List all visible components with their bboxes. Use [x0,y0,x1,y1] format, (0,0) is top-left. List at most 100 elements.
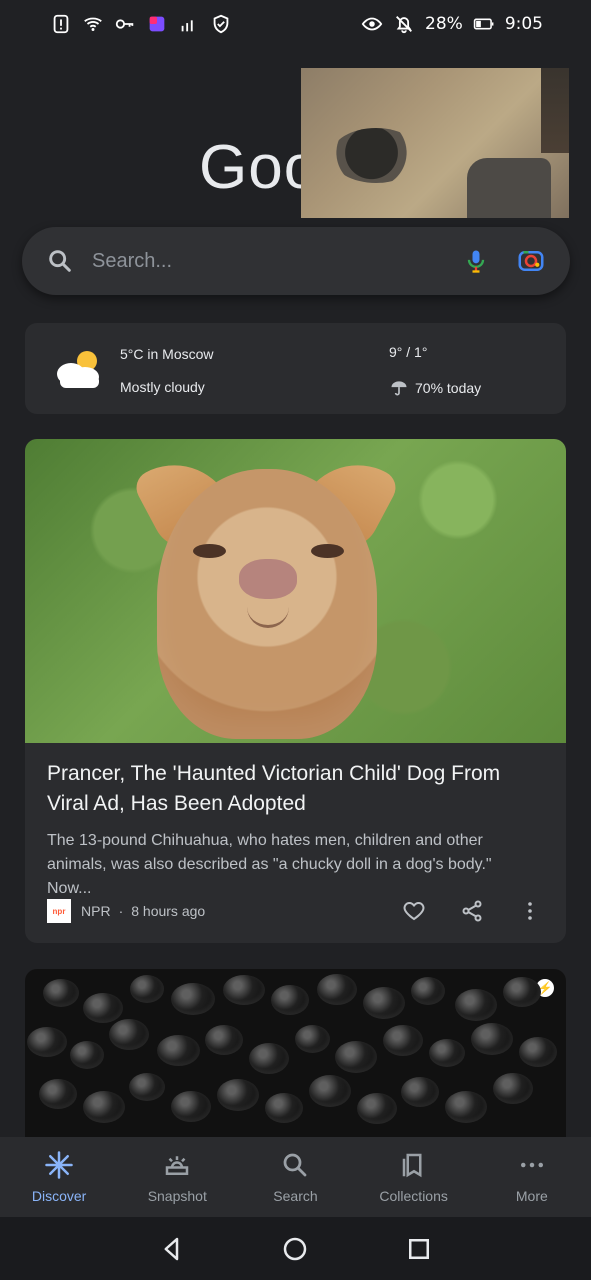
bean [335,1041,377,1073]
alert-icon [53,14,69,34]
bean [83,1091,125,1123]
pip-video-cave [331,128,421,183]
nav-discover[interactable]: Discover [4,1150,114,1204]
status-bar: 28% 9:05 [0,0,591,48]
dog-eye-left [193,544,226,558]
dog-face [157,469,377,739]
back-icon[interactable] [157,1234,187,1264]
bean [471,1023,513,1055]
bean [503,977,541,1007]
news-card[interactable]: Prancer, The 'Haunted Victorian Child' D… [25,439,566,943]
bottom-navigation: Discover Snapshot Search Collections Mor… [0,1137,591,1217]
snapshot-icon [122,1150,232,1180]
discover-screen: 28% 9:05 Goo Search... 5°C in Moscow Mos… [0,0,591,1280]
news-actions [402,899,542,923]
discover-icon [4,1150,114,1180]
nav-snapshot[interactable]: Snapshot [122,1150,232,1204]
bean [493,1073,533,1104]
news-footer: npr NPR · 8 hours ago [47,897,542,925]
footer-separator: · [118,903,124,919]
news-title[interactable]: Prancer, The 'Haunted Victorian Child' D… [47,759,537,819]
bean [39,1079,77,1109]
mostly-cloudy-icon [57,351,99,388]
status-time: 9:05 [504,14,543,34]
wifi-icon [84,17,102,31]
status-left-icons [50,13,232,35]
weather-condition: Mostly cloudy [120,379,205,395]
dog-eye-right [311,544,344,558]
nav-collections-label: Collections [379,1188,448,1204]
collections-icon [359,1150,469,1180]
umbrella-icon [391,381,407,396]
weather-card[interactable]: 5°C in Moscow Mostly cloudy 9° / 1° 70% … [25,323,566,414]
more-vert-icon[interactable] [518,899,542,923]
news-snippet: The 13-pound Chihuahua, who hates men, c… [47,832,492,897]
next-story-image[interactable]: ⚡ [25,969,566,1137]
bean [171,1091,211,1122]
weather-precipitation: 70% today [415,380,482,396]
status-right-icons: 28% 9:05 [361,13,543,35]
bean [109,1019,149,1050]
mic-icon[interactable] [462,247,490,275]
bean [129,1073,165,1101]
nav-more[interactable]: More [477,1150,587,1204]
more-horiz-icon [477,1150,587,1180]
bell-off-icon [396,16,412,34]
bean [171,983,215,1015]
weather-temperature-location: 5°C in Moscow [120,346,214,362]
lens-icon[interactable] [516,246,546,276]
nav-search-icon [240,1150,350,1180]
battery-percent: 28% [425,14,463,34]
bean [401,1077,439,1107]
bean [455,989,497,1021]
bean [249,1043,289,1074]
home-icon[interactable] [280,1234,310,1264]
eye-icon [361,17,383,31]
key-icon [115,19,134,29]
nav-search-label: Search [273,1188,318,1204]
bean [130,975,164,1003]
search-input[interactable] [90,248,462,274]
heart-icon[interactable] [402,899,426,923]
pip-video-person [541,68,569,153]
bean [429,1039,465,1067]
search-bar[interactable] [22,227,570,295]
nav-snapshot-label: Snapshot [147,1188,207,1204]
news-source: NPR [81,903,111,919]
pip-video-rock [467,158,551,218]
bean [217,1079,259,1111]
bean [357,1093,397,1124]
bean [43,979,79,1007]
bean [27,1027,67,1057]
bean [519,1037,557,1067]
bean [70,1041,104,1069]
news-time: 8 hours ago [131,903,206,919]
bean [383,1025,423,1056]
nav-discover-label: Discover [31,1188,87,1204]
share-icon[interactable] [460,899,484,923]
nav-more-label: More [515,1188,548,1204]
bean [363,987,405,1019]
bean [265,1093,303,1123]
picture-in-picture-video[interactable] [301,68,569,218]
weather-high-low: 9° / 1° [389,344,428,360]
recent-apps-icon[interactable] [404,1234,434,1264]
shield-icon [213,14,229,34]
nav-search[interactable]: Search [240,1150,350,1204]
bean [411,977,445,1005]
dog-nose [239,559,297,599]
bean [223,975,265,1005]
bean [295,1025,330,1053]
bean [317,974,357,1005]
signal-icon [181,20,193,32]
battery-icon [473,18,494,30]
bean [83,993,123,1023]
bean [309,1075,351,1107]
bean [445,1091,487,1123]
nav-collections[interactable]: Collections [359,1150,469,1204]
search-icon [49,250,71,272]
bean [205,1025,243,1055]
bean [157,1035,200,1066]
system-navigation-bar [0,1217,591,1280]
app-icon [149,16,165,32]
